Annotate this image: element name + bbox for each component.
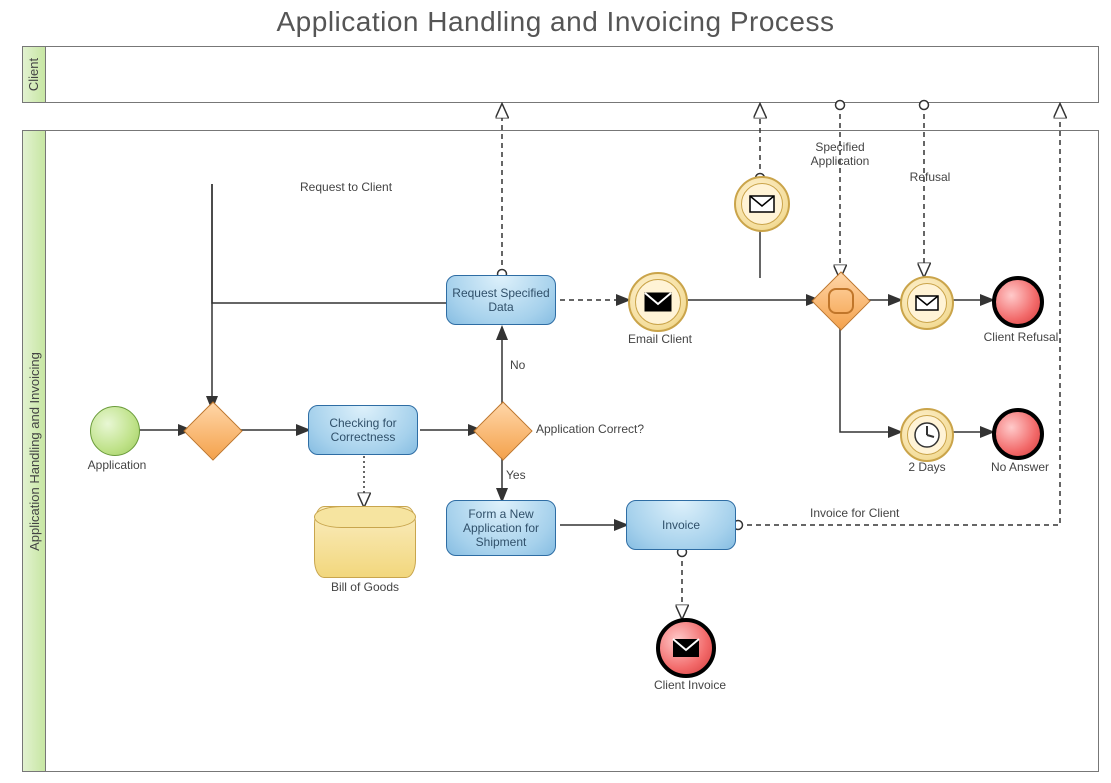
task-formnew-label: Form a New Application for Shipment	[451, 507, 551, 549]
event-emailclient-throw	[628, 272, 688, 332]
end-noanswer	[992, 408, 1044, 460]
lane-client-label: Client	[27, 58, 42, 91]
lane-client: Client	[22, 46, 1099, 103]
envelope-icon	[915, 295, 939, 311]
task-reqdata: Request Specified Data	[446, 275, 556, 325]
end-clientinvoice-label: Client Invoice	[640, 678, 740, 692]
event-refusal-label: Refusal	[900, 170, 960, 184]
event-specapp-end	[734, 176, 790, 232]
edge-yes-label: Yes	[506, 468, 526, 482]
end-noanswer-label: No Answer	[980, 460, 1060, 474]
lane-main-label: Application Handling and Invoicing	[27, 352, 42, 551]
envelope-icon	[749, 195, 775, 213]
edge-no-label: No	[510, 358, 525, 372]
task-checking-label: Checking for Correctness	[313, 416, 413, 444]
datastore-billofgoods-label: Bill of Goods	[310, 580, 420, 594]
edge-reqtoclient-label: Request to Client	[300, 180, 420, 194]
task-checking: Checking for Correctness	[308, 405, 418, 455]
lane-main-header: Application Handling and Invoicing	[23, 131, 46, 771]
end-clientrefusal	[992, 276, 1044, 328]
diagram-canvas: Application Handling and Invoicing Proce…	[0, 0, 1111, 783]
start-event	[90, 406, 140, 456]
event-timer-label: 2 Days	[902, 460, 952, 474]
task-invoice: Invoice	[626, 500, 736, 550]
end-clientrefusal-label: Client Refusal	[976, 330, 1066, 344]
task-invoice-label: Invoice	[662, 518, 700, 532]
event-emailclient-label: Email Client	[624, 332, 696, 346]
edge-invoiceforclient-label: Invoice for Client	[810, 506, 930, 520]
task-reqdata-label: Request Specified Data	[451, 286, 551, 314]
clock-icon	[912, 420, 942, 450]
event-specapp-label: Specified Application	[800, 140, 880, 168]
end-clientinvoice	[656, 618, 716, 678]
start-event-label: Application	[72, 458, 162, 472]
gateway-appcorrect-label: Application Correct?	[536, 422, 666, 436]
event-timer-2days	[900, 408, 954, 462]
event-refusal-catch	[900, 276, 954, 330]
lane-client-header: Client	[23, 47, 46, 102]
envelope-icon	[672, 638, 700, 658]
diagram-title: Application Handling and Invoicing Proce…	[0, 6, 1111, 38]
datastore-billofgoods	[314, 506, 416, 578]
task-formnew: Form a New Application for Shipment	[446, 500, 556, 556]
envelope-icon	[644, 292, 672, 312]
